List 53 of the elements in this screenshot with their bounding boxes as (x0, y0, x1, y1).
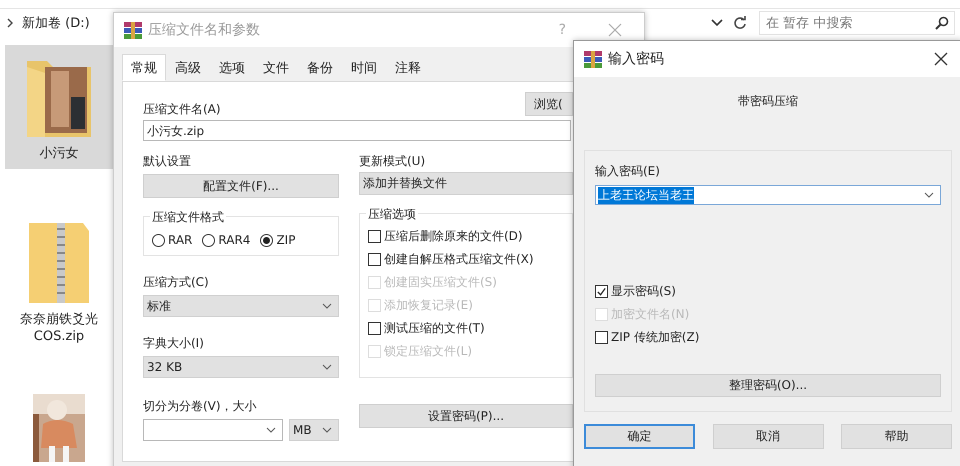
field-label: 输入密码(E) (595, 163, 661, 180)
refresh-icon[interactable] (733, 16, 747, 30)
field-label: 更新模式(U) (359, 153, 426, 170)
field-label: 切分为分卷(V)，大小 (143, 398, 258, 415)
dialog-button[interactable]: 确定 (584, 424, 695, 449)
field-label: 压缩文件名(A) (143, 101, 221, 118)
checkbox[interactable]: 显示密码(S) (595, 283, 941, 300)
update-mode-dropdown[interactable]: 添加并替换文件 (359, 172, 573, 195)
profiles-button[interactable]: 配置文件(F)... (143, 174, 339, 198)
archive-name-field[interactable]: 小污女.zip (143, 120, 571, 141)
set-password-button[interactable]: 设置密码(P)... (359, 404, 573, 428)
group-title: 压缩文件格式 (150, 209, 226, 226)
checkbox[interactable]: 创建自解压格式压缩文件(X) (368, 251, 564, 268)
field-label: 压缩方式(C) (143, 274, 210, 291)
close-icon[interactable] (934, 52, 948, 66)
checkbox[interactable]: 测试压缩的文件(T) (368, 320, 564, 337)
radio-button[interactable]: RAR (152, 233, 192, 247)
check-icon (596, 286, 607, 298)
password-field[interactable]: 上老王论坛当老王 (595, 185, 941, 206)
caret-icon (322, 364, 332, 370)
dialog-button[interactable]: 取消 (712, 424, 824, 449)
window-title: 压缩文件名和参数 (148, 21, 260, 39)
method-dropdown[interactable]: 标准 (143, 295, 339, 317)
dialog-button[interactable]: 帮助 (841, 424, 952, 449)
caret-icon (266, 427, 276, 433)
caret-icon (322, 303, 332, 309)
chevron-icon (6, 18, 14, 28)
file-item[interactable]: 奈奈崩铁爻光COS.zip (5, 210, 113, 352)
radio-button[interactable]: RAR4 (202, 233, 250, 247)
search-icon (935, 16, 949, 30)
dictionary-dropdown[interactable]: 32 KB (143, 356, 339, 378)
field-label: 字典大小(I) (143, 335, 205, 352)
archive-icon (124, 22, 142, 38)
breadcrumb-item[interactable]: 新加卷 (D:) (22, 14, 90, 32)
tab[interactable]: 常规 (122, 54, 166, 81)
checkbox[interactable]: ZIP 传统加密(Z) (595, 329, 941, 346)
file-item[interactable]: 小污女 (5, 45, 113, 169)
window-title: 输入密码 (608, 50, 664, 68)
checkbox[interactable]: 压缩后删除原来的文件(D) (368, 228, 564, 245)
unit-dropdown[interactable]: MB (289, 419, 339, 441)
search-field[interactable]: 在 暂存 中搜索 (759, 11, 955, 35)
group-title: 压缩选项 (366, 206, 418, 223)
radio-button[interactable]: ZIP (260, 233, 296, 247)
archive-icon (584, 50, 602, 68)
caret-icon (924, 192, 934, 198)
caret-icon (322, 427, 332, 433)
field-label: 默认设置 (143, 153, 192, 170)
dialog-heading: 带密码压缩 (738, 93, 798, 110)
browse-button[interactable]: 浏览( (525, 92, 573, 116)
organize-passwords-button[interactable]: 整理密码(O)... (595, 374, 941, 397)
file-name: 奈奈崩铁爻光COS.zip (19, 310, 99, 346)
file-name: 小污女 (38, 145, 80, 163)
dropdown-icon[interactable] (711, 19, 723, 27)
